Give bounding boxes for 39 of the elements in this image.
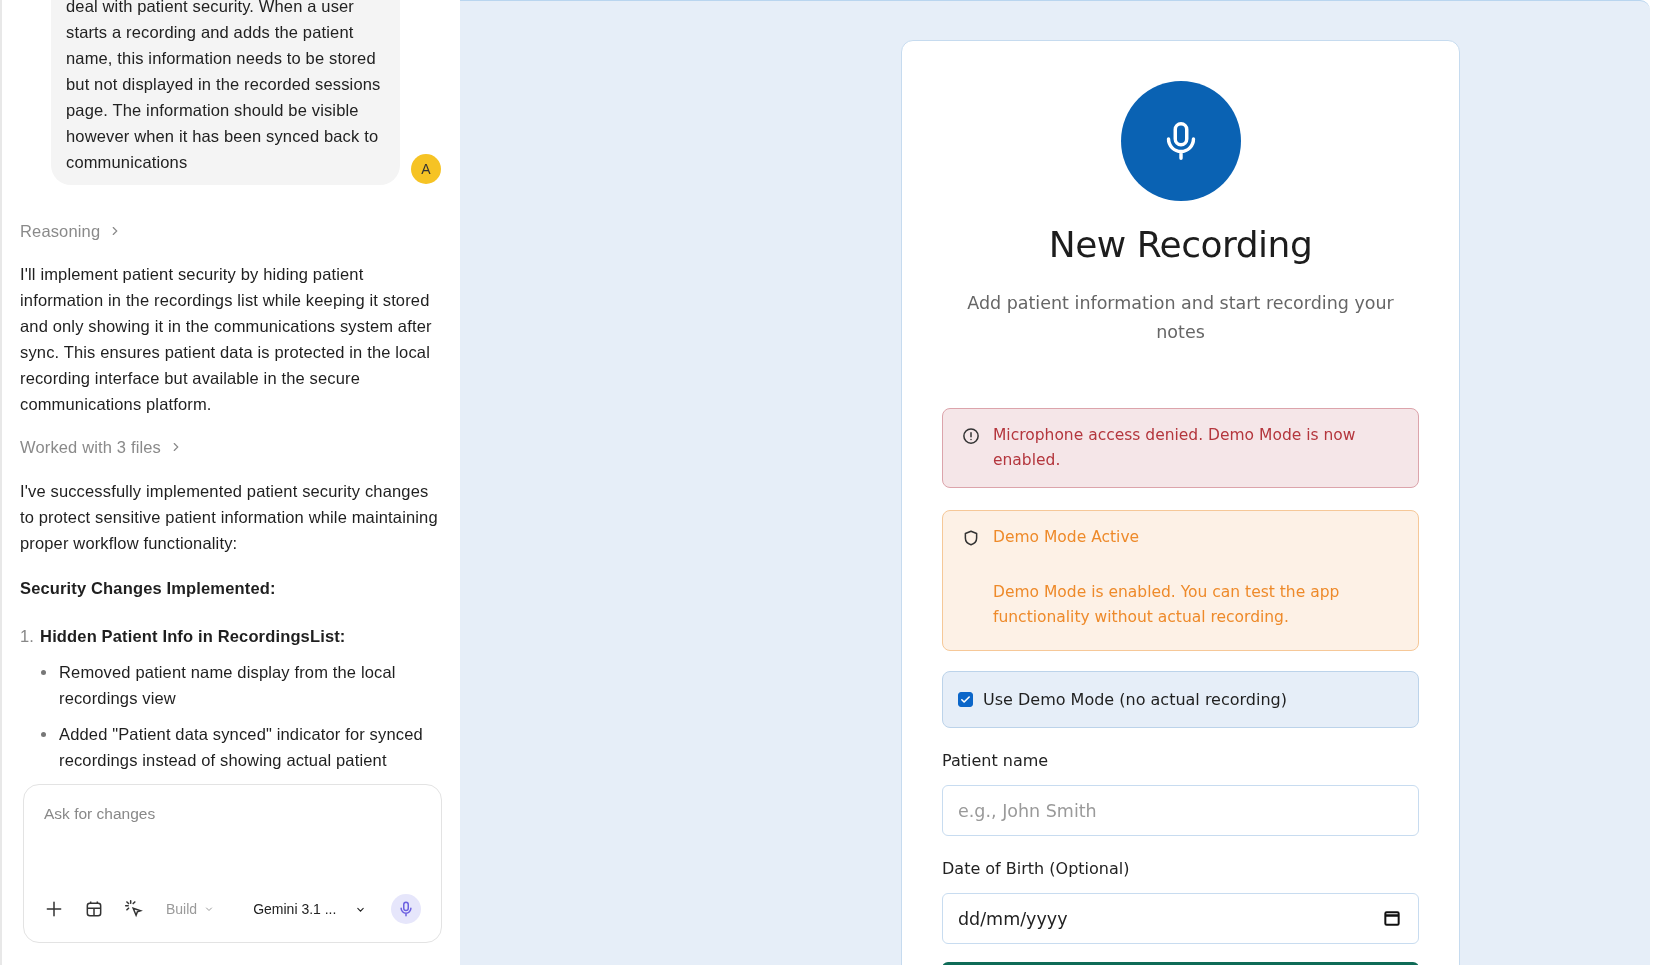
user-message: deal with patient security. When a user starts a recording and adds the patient name, this information needs to be stored but not displayed in the recorded sessions page. The information should be visible however when it has been synced back to communications (51, 0, 400, 185)
files-toggle[interactable]: Worked with 3 files (20, 437, 183, 457)
model-dropdown[interactable]: Gemini 3.1 ... (253, 901, 368, 917)
check-icon (960, 694, 971, 705)
assistant-message: I've successfully implemented patient security changes to protect sensitive patient information while maintaining proper workflow functionality: (20, 481, 439, 554)
calendar-icon (84, 899, 104, 919)
checkbox[interactable] (958, 692, 973, 707)
microphone-icon (397, 900, 415, 918)
alert-message: Microphone access denied. Demo Mode is now enabled. (993, 425, 1357, 471)
chat-input[interactable]: Ask for changes Build Gemini 3.1 ... (23, 784, 442, 943)
shield-icon (962, 529, 980, 547)
list-item: Added "Patient data synced" indicator for synced recordings instead of showing actual patient (59, 724, 424, 771)
alert-title: Demo Mode Active (993, 527, 1141, 548)
bullet-icon (41, 732, 46, 737)
calendar-button[interactable] (84, 899, 104, 919)
user-avatar: A (411, 154, 441, 184)
cursor-click-icon (124, 899, 144, 919)
patient-name-field[interactable]: e.g., John Smith (942, 785, 1419, 836)
list-item: Removed patient name display from the local recordings view (59, 662, 397, 709)
card-title: New Recording (1048, 223, 1313, 267)
plus-icon (44, 899, 64, 919)
reasoning-toggle[interactable]: Reasoning (20, 221, 123, 241)
list-number: 1. (20, 626, 35, 647)
demo-mode-option[interactable]: Use Demo Mode (no actual recording) (942, 671, 1419, 728)
field-label: Patient name (942, 750, 1050, 772)
add-button[interactable] (44, 899, 64, 919)
field-label: Date of Birth (Optional) (942, 858, 1131, 880)
assistant-message: I'll implement patient security by hiding patient information in the recordings list while keeping it stored and only showing it in the communications system after sync. This ensures patient data is protected in the local recording interface but available in the secure communications platform. (20, 264, 433, 415)
calendar-icon[interactable] (1382, 908, 1402, 928)
checkbox-label: Use Demo Mode (no actual recording) (983, 690, 1287, 709)
alert-message: Demo Mode is enabled. You can test the app functionality without actual recording. (993, 582, 1341, 628)
card-subtitle: Add patient information and start recording your notes (966, 292, 1395, 344)
list-item-title: Hidden Patient Info in RecordingsList: (40, 626, 346, 647)
select-button[interactable] (124, 899, 144, 919)
date-field[interactable]: dd/mm/yyyy (942, 893, 1419, 944)
alert-circle-icon (962, 427, 980, 445)
bullet-icon (41, 670, 46, 675)
section-heading: Security Changes Implemented: (20, 578, 277, 599)
voice-button[interactable] (391, 894, 421, 924)
